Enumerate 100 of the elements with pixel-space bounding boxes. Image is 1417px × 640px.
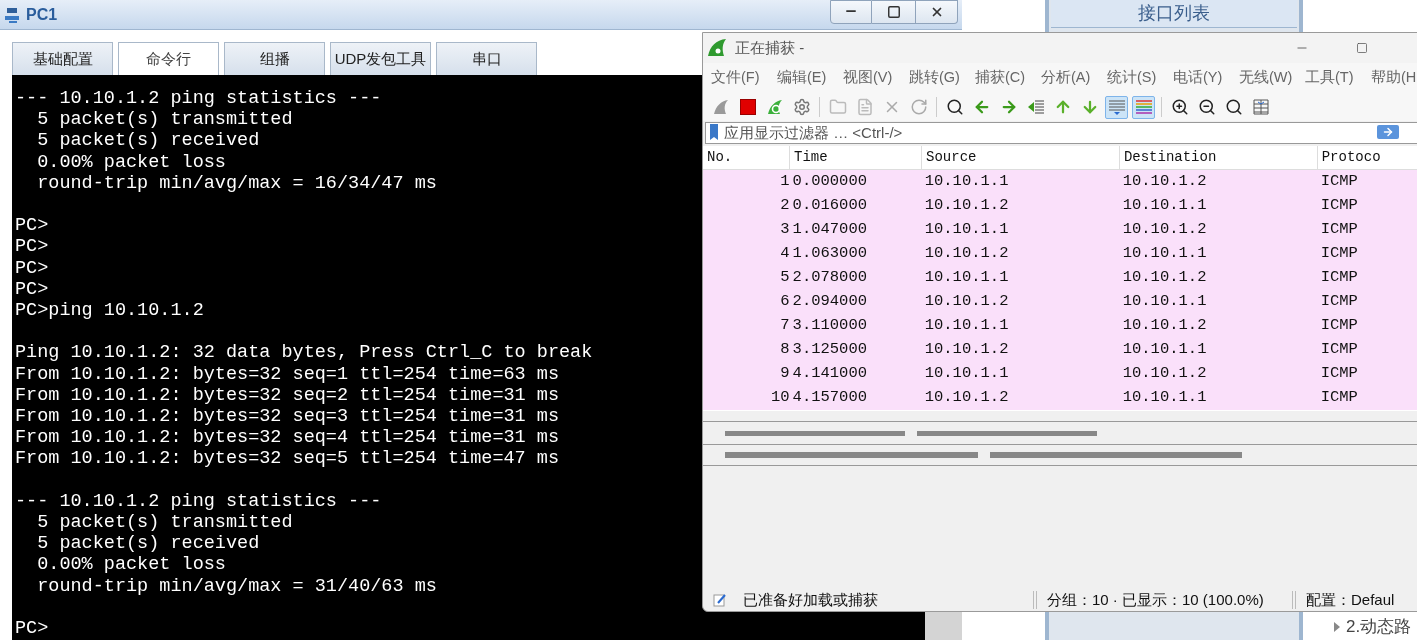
menu-item[interactable]: 工具(T) bbox=[1305, 67, 1357, 89]
terminal-line: round-trip min/avg/max = 16/34/47 ms bbox=[36, 172, 437, 194]
column-header[interactable]: Protoco bbox=[1317, 146, 1417, 169]
table-cell-text: 8 bbox=[779, 339, 790, 361]
table-cell-text: 10.10.1.2 bbox=[923, 195, 1010, 217]
menu-item[interactable]: 统计(S) bbox=[1107, 67, 1159, 89]
table-cell-text: ICMP bbox=[1319, 243, 1359, 265]
table-cell-text: 4.157000 bbox=[791, 387, 868, 409]
table-cell-text: ICMP bbox=[1319, 363, 1359, 385]
close-button[interactable] bbox=[916, 0, 958, 24]
table-cell-text: ICMP bbox=[1319, 291, 1359, 313]
jump-list-icon bbox=[1026, 98, 1045, 116]
table-cell-text: 10.10.1.1 bbox=[1121, 243, 1208, 265]
menu-item[interactable]: 视图(V) bbox=[843, 67, 895, 89]
table-cell-text: 10.10.1.2 bbox=[1121, 315, 1208, 337]
table-cell-text: 10.10.1.2 bbox=[1121, 219, 1208, 241]
search-icon bbox=[945, 98, 964, 116]
terminal-line: 5 packet(s) received bbox=[36, 130, 260, 152]
terminal-line: From 10.10.1.2: bytes=32 seq=1 ttl=254 time=63 ms bbox=[15, 363, 559, 385]
terminal-line: --- 10.10.1.2 ping statistics --- bbox=[15, 88, 382, 110]
packet-row[interactable]: 1 0.000000 10.10.1.1 10.10.1.2 ICMP bbox=[703, 170, 1417, 194]
table-cell-text: 1.063000 bbox=[791, 243, 868, 265]
menu-item[interactable]: 编辑(E) bbox=[777, 67, 829, 89]
table-cell-text: 2 bbox=[779, 195, 790, 217]
menu-item[interactable]: 分析(A) bbox=[1041, 67, 1093, 89]
packet-row[interactable]: 2 0.016000 10.10.1.2 10.10.1.1 ICMP bbox=[703, 194, 1417, 218]
terminal-line: --- 10.10.1.2 ping statistics --- bbox=[15, 490, 382, 512]
table-cell-text: 6 bbox=[779, 291, 790, 313]
menu-item[interactable]: 捕获(C) bbox=[975, 67, 1027, 89]
gear-icon bbox=[792, 98, 811, 116]
packet-row[interactable]: 7 3.110000 10.10.1.1 10.10.1.2 ICMP bbox=[703, 314, 1417, 338]
maximize-icon bbox=[886, 5, 901, 19]
filter-field[interactable]: 应用显示过滤器 … <Ctrl-/> bbox=[705, 121, 1417, 144]
maximize-button[interactable] bbox=[872, 0, 916, 24]
bookmark-icon[interactable] bbox=[709, 124, 719, 140]
fin-icon bbox=[707, 38, 727, 58]
tab[interactable]: 基础配置 bbox=[12, 42, 113, 75]
stop-icon bbox=[739, 99, 756, 115]
tab[interactable]: 串口 bbox=[436, 42, 537, 75]
table-cell-text: ICMP bbox=[1319, 315, 1359, 337]
tab[interactable]: UDP发包工具 bbox=[330, 42, 431, 75]
packet-row[interactable]: 6 2.094000 10.10.1.2 10.10.1.1 ICMP bbox=[703, 290, 1417, 314]
status-message: 已准备好加载或捕获 bbox=[743, 589, 879, 610]
table-cell-text: 10.10.1.2 bbox=[1121, 267, 1208, 289]
table-cell-text: 10.10.1.1 bbox=[923, 315, 1010, 337]
menu-item[interactable]: 跳转(G) bbox=[909, 67, 961, 89]
autoscroll-icon bbox=[1107, 98, 1126, 116]
table-cell-text: ICMP bbox=[1319, 219, 1359, 241]
packet-row[interactable]: 8 3.125000 10.10.1.2 10.10.1.1 ICMP bbox=[703, 338, 1417, 362]
table-cell-text: ICMP bbox=[1319, 339, 1359, 361]
table-cell-text: ICMP bbox=[1319, 171, 1359, 193]
packet-row[interactable]: 9 4.141000 10.10.1.1 10.10.1.2 ICMP bbox=[703, 362, 1417, 386]
table-cell-text: 1 bbox=[779, 171, 790, 193]
table-cell-text: ICMP bbox=[1319, 195, 1359, 217]
terminal-line: PC> bbox=[15, 618, 49, 640]
terminal-line: From 10.10.1.2: bytes=32 seq=3 ttl=254 time=31 ms bbox=[15, 406, 559, 428]
packet-row[interactable]: 4 1.063000 10.10.1.2 10.10.1.1 ICMP bbox=[703, 242, 1417, 266]
terminal-line: PC> bbox=[15, 215, 49, 237]
table-cell-text: 0.016000 bbox=[791, 195, 868, 217]
apply-button[interactable] bbox=[1377, 125, 1399, 139]
column-header[interactable]: No. bbox=[703, 146, 790, 169]
packet-row[interactable]: 3 1.047000 10.10.1.1 10.10.1.2 ICMP bbox=[703, 218, 1417, 242]
packet-row[interactable]: 5 2.078000 10.10.1.1 10.10.1.2 ICMP bbox=[703, 266, 1417, 290]
maximize-icon[interactable] bbox=[1356, 42, 1368, 54]
terminal-line: PC> bbox=[15, 236, 49, 258]
column-header[interactable]: Time bbox=[790, 146, 923, 169]
terminal-line: 5 packet(s) transmitted bbox=[36, 512, 293, 534]
terminal-line: From 10.10.1.2: bytes=32 seq=5 ttl=254 time=47 ms bbox=[15, 448, 559, 470]
menu-item[interactable]: 无线(W) bbox=[1239, 67, 1291, 89]
table-cell-text: ICMP bbox=[1319, 267, 1359, 289]
tree-item-label: 2.动态路 bbox=[1346, 616, 1412, 638]
table-cell-text: 10.10.1.2 bbox=[1121, 171, 1208, 193]
table-cell-text: 10.10.1.2 bbox=[923, 243, 1010, 265]
folder-icon bbox=[828, 98, 847, 116]
terminal-line: From 10.10.1.2: bytes=32 seq=2 ttl=254 time=31 ms bbox=[15, 384, 559, 406]
table-cell-text: 10.10.1.1 bbox=[923, 267, 1010, 289]
edit-icon bbox=[713, 593, 727, 607]
column-header[interactable]: Destination bbox=[1119, 146, 1318, 169]
zoom-out-icon bbox=[1197, 98, 1216, 116]
table-cell-text: 3.125000 bbox=[791, 339, 868, 361]
table-cell-text: 9 bbox=[779, 363, 790, 385]
menu-item[interactable]: 文件(F) bbox=[711, 67, 763, 89]
tree-item[interactable]: 2.动态路 bbox=[1334, 614, 1412, 640]
table-cell-text: 3.110000 bbox=[791, 315, 868, 337]
tab[interactable]: 命令行 bbox=[118, 42, 219, 75]
terminal-line: 5 packet(s) received bbox=[36, 533, 260, 555]
terminal-line: 0.00% packet loss bbox=[36, 151, 226, 173]
menu-item[interactable]: 电话(Y) bbox=[1173, 67, 1225, 89]
terminal-line: PC> bbox=[15, 257, 49, 279]
tab[interactable]: 组播 bbox=[224, 42, 325, 75]
table-cell-text: 4.141000 bbox=[791, 363, 868, 385]
column-header[interactable]: Source bbox=[922, 146, 1120, 169]
table-cell-text: 5 bbox=[779, 267, 790, 289]
table-cell-text: 7 bbox=[779, 315, 790, 337]
interface-list-button[interactable]: 接口列表 bbox=[1051, 0, 1297, 28]
menu-item[interactable]: 帮助(H bbox=[1371, 67, 1417, 89]
table-cell-text: 10.10.1.1 bbox=[1121, 195, 1208, 217]
reload-icon bbox=[909, 98, 928, 116]
table-cell-text: 10.10.1.1 bbox=[1121, 387, 1208, 409]
packet-row[interactable]: 10 4.157000 10.10.1.2 10.10.1.1 ICMP bbox=[703, 386, 1417, 410]
